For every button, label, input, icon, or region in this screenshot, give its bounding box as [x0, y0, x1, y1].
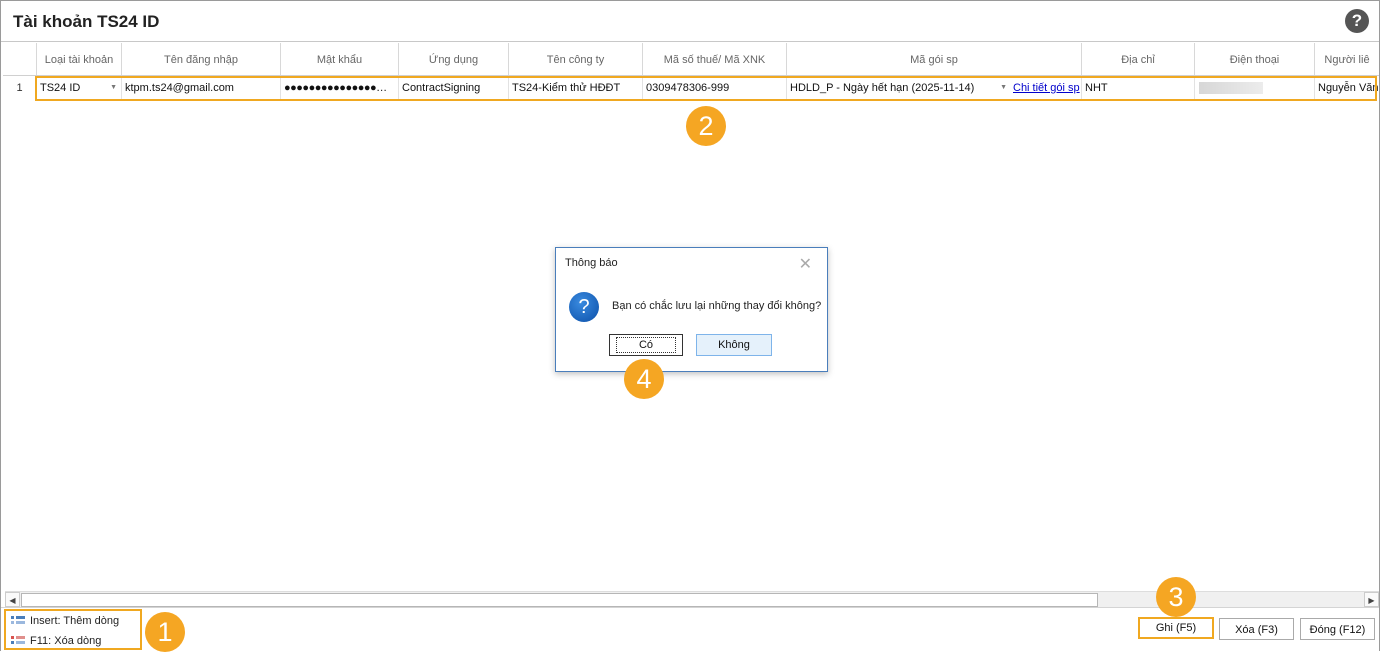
- insert-hint[interactable]: Insert: Thêm dòng: [11, 615, 119, 627]
- confirm-dialog: Thông báo ✕ ? Bạn có chắc lưu lại những …: [555, 247, 828, 372]
- question-icon: ?: [569, 292, 599, 322]
- insert-hint-label: Insert: Thêm dòng: [30, 615, 120, 627]
- dialog-message: Bạn có chắc lưu lại những thay đổi không…: [612, 300, 822, 312]
- close-button[interactable]: Đóng (F12): [1300, 618, 1375, 640]
- header-username[interactable]: Tên đăng nhập: [122, 43, 281, 75]
- window-title: Tài khoản TS24 ID: [13, 12, 160, 31]
- header-account-type[interactable]: Loại tài khoản: [37, 43, 122, 75]
- badge-3: 3: [1156, 577, 1196, 617]
- save-button[interactable]: Ghi (F5): [1138, 617, 1214, 639]
- shortcut-hints: Insert: Thêm dòng F11: Xóa dòng: [4, 609, 142, 650]
- header-password[interactable]: Mật khẩu: [281, 43, 399, 75]
- yes-button[interactable]: Có: [609, 334, 683, 356]
- delete-button[interactable]: Xóa (F3): [1219, 618, 1294, 640]
- row-highlight: [35, 76, 1377, 101]
- close-icon[interactable]: ✕: [799, 254, 812, 274]
- header-package[interactable]: Mã gói sp: [787, 43, 1082, 75]
- delete-row-icon: [11, 636, 25, 645]
- delete-hint[interactable]: F11: Xóa dòng: [11, 635, 101, 647]
- grid-header: Loại tài khoản Tên đăng nhập Mật khẩu Ứn…: [3, 43, 1379, 76]
- row-number: 1: [3, 76, 37, 100]
- title-bar: Tài khoản TS24 ID ?: [1, 1, 1379, 42]
- help-circle-icon[interactable]: ?: [1345, 9, 1369, 33]
- badge-2: 2: [686, 106, 726, 146]
- header-app[interactable]: Ứng dụng: [399, 43, 509, 75]
- window-frame: Tài khoản TS24 ID ? Loại tài khoản Tên đ…: [0, 0, 1380, 652]
- header-phone[interactable]: Điện thoại: [1195, 43, 1315, 75]
- header-tax-code[interactable]: Mã số thuế/ Mã XNK: [643, 43, 787, 75]
- header-address[interactable]: Địa chỉ: [1082, 43, 1195, 75]
- header-contact[interactable]: Người liê: [1315, 43, 1379, 75]
- header-company[interactable]: Tên công ty: [509, 43, 643, 75]
- scroll-right-icon[interactable]: ▶: [1364, 592, 1379, 607]
- insert-row-icon: [11, 616, 25, 625]
- no-button[interactable]: Không: [696, 334, 772, 356]
- badge-1: 1: [145, 612, 185, 652]
- scroll-left-icon[interactable]: ◀: [5, 592, 20, 607]
- scroll-thumb[interactable]: [21, 593, 1098, 607]
- yes-button-label: Có: [615, 337, 677, 353]
- delete-hint-label: F11: Xóa dòng: [30, 635, 102, 647]
- dialog-title: Thông báo: [565, 257, 618, 269]
- badge-4: 4: [624, 359, 664, 399]
- header-rownum: [3, 43, 37, 75]
